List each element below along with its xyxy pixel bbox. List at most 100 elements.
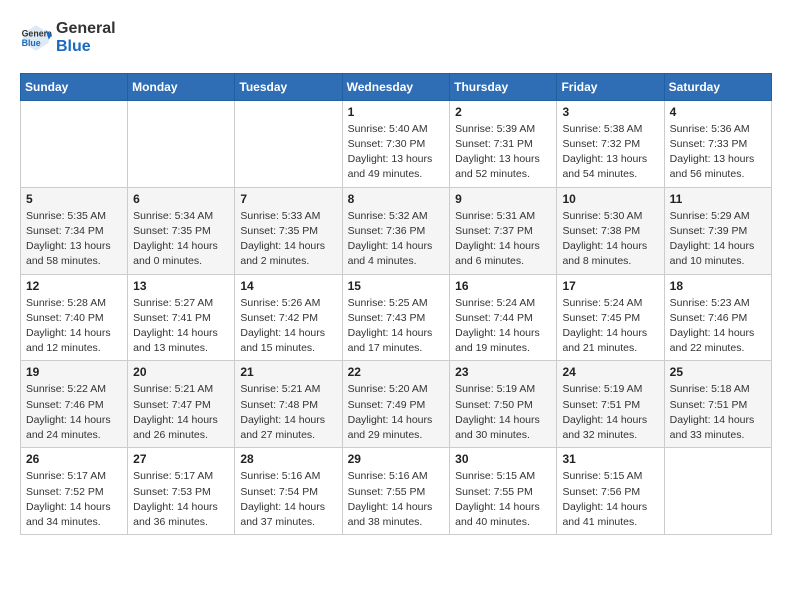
- svg-text:Blue: Blue: [22, 38, 41, 48]
- cell-content: Sunrise: 5:17 AM Sunset: 7:52 PM Dayligh…: [26, 469, 122, 530]
- calendar-week-row: 26 Sunrise: 5:17 AM Sunset: 7:52 PM Dayli…: [21, 448, 772, 535]
- calendar-cell: 6 Sunrise: 5:34 AM Sunset: 7:35 PM Daylig…: [128, 187, 235, 274]
- cell-content: Sunrise: 5:27 AM Sunset: 7:41 PM Dayligh…: [133, 296, 229, 357]
- logo-icon: General Blue: [20, 22, 52, 54]
- day-number: 20: [133, 365, 229, 379]
- cell-content: Sunrise: 5:17 AM Sunset: 7:53 PM Dayligh…: [133, 469, 229, 530]
- cell-content: Sunrise: 5:19 AM Sunset: 7:51 PM Dayligh…: [562, 382, 658, 443]
- cell-content: Sunrise: 5:18 AM Sunset: 7:51 PM Dayligh…: [670, 382, 766, 443]
- calendar-cell: 2 Sunrise: 5:39 AM Sunset: 7:31 PM Daylig…: [450, 100, 557, 187]
- cell-content: Sunrise: 5:34 AM Sunset: 7:35 PM Dayligh…: [133, 209, 229, 270]
- cell-content: Sunrise: 5:39 AM Sunset: 7:31 PM Dayligh…: [455, 122, 551, 183]
- calendar-cell: 1 Sunrise: 5:40 AM Sunset: 7:30 PM Daylig…: [342, 100, 450, 187]
- cell-content: Sunrise: 5:15 AM Sunset: 7:55 PM Dayligh…: [455, 469, 551, 530]
- day-number: 29: [348, 452, 445, 466]
- cell-content: Sunrise: 5:30 AM Sunset: 7:38 PM Dayligh…: [562, 209, 658, 270]
- calendar-cell: 12 Sunrise: 5:28 AM Sunset: 7:40 PM Dayli…: [21, 274, 128, 361]
- calendar-cell: 7Sunrise: 5:33 AM Sunset: 7:35 PM Daylig…: [235, 187, 342, 274]
- day-number: 7: [240, 192, 336, 206]
- cell-content: Sunrise: 5:31 AM Sunset: 7:37 PM Dayligh…: [455, 209, 551, 270]
- day-number: 6: [133, 192, 229, 206]
- cell-content: Sunrise: 5:23 AM Sunset: 7:46 PM Dayligh…: [670, 296, 766, 357]
- day-number: 9: [455, 192, 551, 206]
- day-of-week-header: Saturday: [664, 73, 771, 100]
- calendar-cell: 23Sunrise: 5:19 AM Sunset: 7:50 PM Dayli…: [450, 361, 557, 448]
- day-number: 16: [455, 279, 551, 293]
- day-number: 4: [670, 105, 766, 119]
- calendar-week-row: 1 Sunrise: 5:40 AM Sunset: 7:30 PM Daylig…: [21, 100, 772, 187]
- day-number: 18: [670, 279, 766, 293]
- calendar-cell: 25 Sunrise: 5:18 AM Sunset: 7:51 PM Dayli…: [664, 361, 771, 448]
- calendar-cell: 14Sunrise: 5:26 AM Sunset: 7:42 PM Dayli…: [235, 274, 342, 361]
- calendar-cell: [21, 100, 128, 187]
- day-number: 25: [670, 365, 766, 379]
- calendar-cell: 10 Sunrise: 5:30 AM Sunset: 7:38 PM Dayli…: [557, 187, 664, 274]
- cell-content: Sunrise: 5:24 AM Sunset: 7:44 PM Dayligh…: [455, 296, 551, 357]
- calendar-cell: 28 Sunrise: 5:16 AM Sunset: 7:54 PM Dayli…: [235, 448, 342, 535]
- logo: General Blue General Blue: [20, 20, 116, 57]
- cell-content: Sunrise: 5:35 AM Sunset: 7:34 PM Dayligh…: [26, 209, 122, 270]
- calendar-cell: 21 Sunrise: 5:21 AM Sunset: 7:48 PM Dayli…: [235, 361, 342, 448]
- calendar-cell: 16 Sunrise: 5:24 AM Sunset: 7:44 PM Dayli…: [450, 274, 557, 361]
- day-number: 12: [26, 279, 122, 293]
- cell-content: Sunrise: 5:21 AM Sunset: 7:48 PM Dayligh…: [240, 382, 336, 443]
- day-number: 1: [348, 105, 445, 119]
- day-number: 31: [562, 452, 658, 466]
- cell-content: Sunrise: 5:25 AM Sunset: 7:43 PM Dayligh…: [348, 296, 445, 357]
- cell-content: Sunrise: 5:40 AM Sunset: 7:30 PM Dayligh…: [348, 122, 445, 183]
- day-number: 2: [455, 105, 551, 119]
- logo-blue-text: Blue: [56, 38, 116, 56]
- cell-content: Sunrise: 5:16 AM Sunset: 7:55 PM Dayligh…: [348, 469, 445, 530]
- day-number: 17: [562, 279, 658, 293]
- day-number: 30: [455, 452, 551, 466]
- calendar-cell: 18 Sunrise: 5:23 AM Sunset: 7:46 PM Dayli…: [664, 274, 771, 361]
- day-number: 21: [240, 365, 336, 379]
- day-number: 5: [26, 192, 122, 206]
- calendar-week-row: 12 Sunrise: 5:28 AM Sunset: 7:40 PM Dayli…: [21, 274, 772, 361]
- cell-content: Sunrise: 5:28 AM Sunset: 7:40 PM Dayligh…: [26, 296, 122, 357]
- calendar-cell: 31Sunrise: 5:15 AM Sunset: 7:56 PM Dayli…: [557, 448, 664, 535]
- calendar-cell: [664, 448, 771, 535]
- day-of-week-header: Tuesday: [235, 73, 342, 100]
- day-of-week-header: Wednesday: [342, 73, 450, 100]
- calendar-cell: [128, 100, 235, 187]
- calendar-week-row: 5 Sunrise: 5:35 AM Sunset: 7:34 PM Daylig…: [21, 187, 772, 274]
- day-number: 3: [562, 105, 658, 119]
- calendar-cell: 4 Sunrise: 5:36 AM Sunset: 7:33 PM Daylig…: [664, 100, 771, 187]
- calendar-cell: 27 Sunrise: 5:17 AM Sunset: 7:53 PM Dayli…: [128, 448, 235, 535]
- calendar-cell: 11 Sunrise: 5:29 AM Sunset: 7:39 PM Dayli…: [664, 187, 771, 274]
- calendar-cell: 5 Sunrise: 5:35 AM Sunset: 7:34 PM Daylig…: [21, 187, 128, 274]
- day-number: 19: [26, 365, 122, 379]
- calendar-cell: 9 Sunrise: 5:31 AM Sunset: 7:37 PM Daylig…: [450, 187, 557, 274]
- day-number: 13: [133, 279, 229, 293]
- cell-content: Sunrise: 5:24 AM Sunset: 7:45 PM Dayligh…: [562, 296, 658, 357]
- cell-content: Sunrise: 5:20 AM Sunset: 7:49 PM Dayligh…: [348, 382, 445, 443]
- calendar-cell: 8Sunrise: 5:32 AM Sunset: 7:36 PM Daylig…: [342, 187, 450, 274]
- calendar-header-row: SundayMondayTuesdayWednesdayThursdayFrid…: [21, 73, 772, 100]
- day-number: 28: [240, 452, 336, 466]
- day-number: 22: [348, 365, 445, 379]
- day-number: 23: [455, 365, 551, 379]
- day-number: 27: [133, 452, 229, 466]
- day-number: 11: [670, 192, 766, 206]
- day-of-week-header: Friday: [557, 73, 664, 100]
- calendar-cell: 22 Sunrise: 5:20 AM Sunset: 7:49 PM Dayli…: [342, 361, 450, 448]
- calendar-cell: 13 Sunrise: 5:27 AM Sunset: 7:41 PM Dayli…: [128, 274, 235, 361]
- calendar-cell: 15 Sunrise: 5:25 AM Sunset: 7:43 PM Dayli…: [342, 274, 450, 361]
- day-of-week-header: Sunday: [21, 73, 128, 100]
- calendar-table: SundayMondayTuesdayWednesdayThursdayFrid…: [20, 73, 772, 535]
- cell-content: Sunrise: 5:16 AM Sunset: 7:54 PM Dayligh…: [240, 469, 336, 530]
- calendar-week-row: 19Sunrise: 5:22 AM Sunset: 7:46 PM Dayli…: [21, 361, 772, 448]
- page-header: General Blue General Blue: [20, 20, 772, 57]
- day-number: 10: [562, 192, 658, 206]
- day-of-week-header: Monday: [128, 73, 235, 100]
- day-number: 26: [26, 452, 122, 466]
- calendar-cell: 26 Sunrise: 5:17 AM Sunset: 7:52 PM Dayli…: [21, 448, 128, 535]
- calendar-cell: [235, 100, 342, 187]
- cell-content: Sunrise: 5:26 AM Sunset: 7:42 PM Dayligh…: [240, 296, 336, 357]
- cell-content: Sunrise: 5:36 AM Sunset: 7:33 PM Dayligh…: [670, 122, 766, 183]
- cell-content: Sunrise: 5:29 AM Sunset: 7:39 PM Dayligh…: [670, 209, 766, 270]
- cell-content: Sunrise: 5:32 AM Sunset: 7:36 PM Dayligh…: [348, 209, 445, 270]
- day-number: 15: [348, 279, 445, 293]
- calendar-cell: 3Sunrise: 5:38 AM Sunset: 7:32 PM Daylig…: [557, 100, 664, 187]
